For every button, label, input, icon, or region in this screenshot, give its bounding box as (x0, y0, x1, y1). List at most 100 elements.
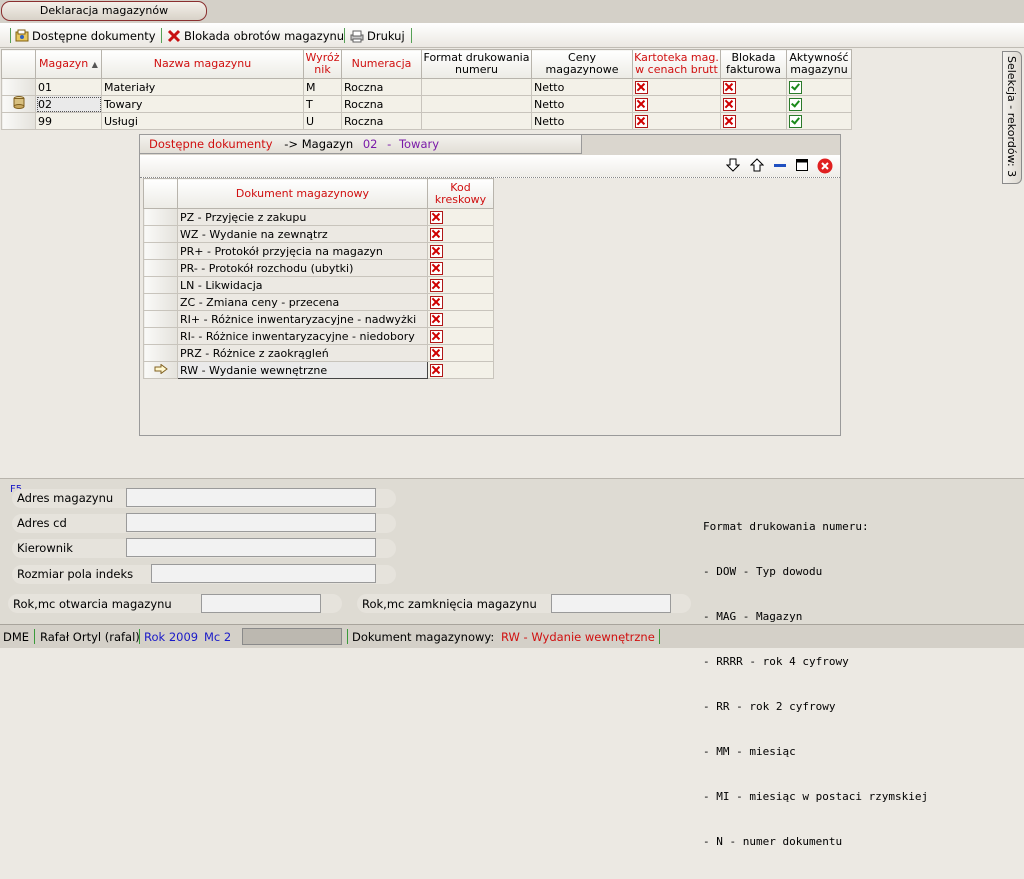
kod-checkbox[interactable] (427, 259, 494, 277)
list-item[interactable]: PZ - Przyjęcie z zakupu (143, 208, 494, 226)
row-selector[interactable] (143, 259, 178, 277)
cell-numbering[interactable]: Roczna (341, 112, 422, 130)
list-item[interactable]: RI+ - Różnice inwentaryzacyjne - nadwyżk… (143, 310, 494, 328)
cell-code[interactable]: 01 (35, 78, 102, 96)
move-down-icon[interactable] (725, 158, 741, 174)
blokada-checkbox[interactable] (720, 78, 787, 96)
column-header-numeracja[interactable]: Numeracja (341, 49, 422, 79)
kod-checkbox[interactable] (427, 293, 494, 311)
table-row[interactable]: 02 Towary T Roczna Netto (1, 95, 852, 113)
kartoteka-checkbox[interactable] (632, 78, 721, 96)
cell-format[interactable] (421, 95, 532, 113)
kod-checkbox[interactable] (427, 310, 494, 328)
row-selector[interactable] (143, 276, 178, 294)
column-header-format[interactable]: Format drukowania numeru (421, 49, 532, 79)
cell-doc[interactable]: WZ - Wydanie na zewnątrz (177, 225, 428, 243)
kod-checkbox[interactable] (427, 276, 494, 294)
row-selector[interactable] (143, 361, 178, 379)
cell-name[interactable]: Materiały (101, 78, 304, 96)
selection-side-tab[interactable]: Selekcja - rekordów: 3 (1002, 51, 1022, 184)
row-selector[interactable] (143, 293, 178, 311)
row-selector[interactable] (143, 242, 178, 260)
column-header-kod[interactable]: Kod kreskowy (427, 178, 494, 209)
row-selector[interactable] (143, 310, 178, 328)
cell-prices[interactable]: Netto (531, 78, 633, 96)
cell-mark[interactable]: T (303, 95, 342, 113)
kod-checkbox[interactable] (427, 344, 494, 362)
cell-doc[interactable]: PR- - Protokół rozchodu (ubytki) (177, 259, 428, 277)
cell-code[interactable]: 02 (35, 95, 102, 113)
cell-doc[interactable]: ZC - Zmiana ceny - przecena (177, 293, 428, 311)
row-selector[interactable] (1, 112, 36, 130)
cell-doc[interactable]: PZ - Przyjęcie z zakupu (177, 208, 428, 226)
column-header-wyroznik[interactable]: Wyróżnik (303, 49, 342, 79)
cell-prices[interactable]: Netto (531, 95, 633, 113)
cell-numbering[interactable]: Roczna (341, 95, 422, 113)
column-header-aktywnosc[interactable]: Aktywność magazynu (786, 49, 852, 79)
list-item[interactable]: PR+ - Protokół przyjęcia na magazyn (143, 242, 494, 260)
blokada-checkbox[interactable] (720, 112, 787, 130)
row-selector[interactable] (143, 327, 178, 345)
row-selector[interactable] (143, 225, 178, 243)
table-row[interactable]: 99 Usługi U Roczna Netto (1, 112, 852, 130)
active-checkbox[interactable] (786, 95, 852, 113)
list-item[interactable]: ZC - Zmiana ceny - przecena (143, 293, 494, 311)
cell-doc[interactable]: PR+ - Protokół przyjęcia na magazyn (177, 242, 428, 260)
column-header-nazwa[interactable]: Nazwa magazynu (101, 49, 304, 79)
maximize-icon[interactable] (794, 158, 810, 174)
cell-doc[interactable]: LN - Likwidacja (177, 276, 428, 294)
rozmiar-input[interactable] (151, 564, 376, 583)
cell-name[interactable]: Usługi (101, 112, 304, 130)
row-selector[interactable] (1, 95, 36, 113)
cell-format[interactable] (421, 78, 532, 96)
cell-doc[interactable]: RI- - Różnice inwentaryzacyjne - niedobo… (177, 327, 428, 345)
column-header-magazyn[interactable]: Magazyn ▲ (35, 49, 102, 79)
column-header-kartoteka[interactable]: Kartoteka mag. w cenach brutt (632, 49, 721, 79)
list-item[interactable]: PRZ - Różnice z zaokrągleń (143, 344, 494, 362)
kod-checkbox[interactable] (427, 361, 494, 379)
list-item[interactable]: RW - Wydanie wewnętrzne (143, 361, 494, 379)
cell-name[interactable]: Towary (101, 95, 304, 113)
kod-checkbox[interactable] (427, 242, 494, 260)
move-up-icon[interactable] (749, 158, 765, 174)
kod-checkbox[interactable] (427, 327, 494, 345)
table-row[interactable]: 01 Materiały M Roczna Netto (1, 78, 852, 96)
cell-format[interactable] (421, 112, 532, 130)
print-button[interactable]: Drukuj (350, 27, 405, 45)
active-checkbox[interactable] (786, 78, 852, 96)
adres-input[interactable] (126, 488, 376, 507)
kod-checkbox[interactable] (427, 225, 494, 243)
list-item[interactable]: RI- - Różnice inwentaryzacyjne - niedobo… (143, 327, 494, 345)
list-item[interactable]: PR- - Protokół rozchodu (ubytki) (143, 259, 494, 277)
window-title-tab[interactable]: Deklaracja magazynów (1, 1, 207, 21)
column-header-blokada[interactable]: Blokada fakturowa (720, 49, 787, 79)
available-documents-button[interactable]: Dostępne dokumenty (15, 27, 156, 45)
row-selector[interactable] (143, 208, 178, 226)
list-item[interactable]: LN - Likwidacja (143, 276, 494, 294)
cell-mark[interactable]: M (303, 78, 342, 96)
close-icon[interactable] (817, 158, 833, 174)
cell-prices[interactable]: Netto (531, 112, 633, 130)
kod-checkbox[interactable] (427, 208, 494, 226)
cell-code[interactable]: 99 (35, 112, 102, 130)
column-header-ceny[interactable]: Ceny magazynowe (531, 49, 633, 79)
active-checkbox[interactable] (786, 112, 852, 130)
minimize-icon[interactable] (772, 158, 788, 174)
blokada-checkbox[interactable] (720, 95, 787, 113)
column-header-dokument[interactable]: Dokument magazynowy (177, 178, 428, 209)
kartoteka-checkbox[interactable] (632, 112, 721, 130)
cell-doc[interactable]: PRZ - Różnice z zaokrągleń (177, 344, 428, 362)
list-item[interactable]: WZ - Wydanie na zewnątrz (143, 225, 494, 243)
row-selector[interactable] (1, 78, 36, 96)
otwarcie-input[interactable] (201, 594, 321, 613)
cell-mark[interactable]: U (303, 112, 342, 130)
cell-numbering[interactable]: Roczna (341, 78, 422, 96)
kierownik-input[interactable] (126, 538, 376, 557)
zamkniecie-input[interactable] (551, 594, 671, 613)
block-turnover-button[interactable]: Blokada obrotów magazynu (167, 27, 344, 45)
cell-doc[interactable]: RI+ - Różnice inwentaryzacyjne - nadwyżk… (177, 310, 428, 328)
kartoteka-checkbox[interactable] (632, 95, 721, 113)
row-selector[interactable] (143, 344, 178, 362)
adres-cd-input[interactable] (126, 513, 376, 532)
cell-doc[interactable]: RW - Wydanie wewnętrzne (177, 361, 428, 379)
